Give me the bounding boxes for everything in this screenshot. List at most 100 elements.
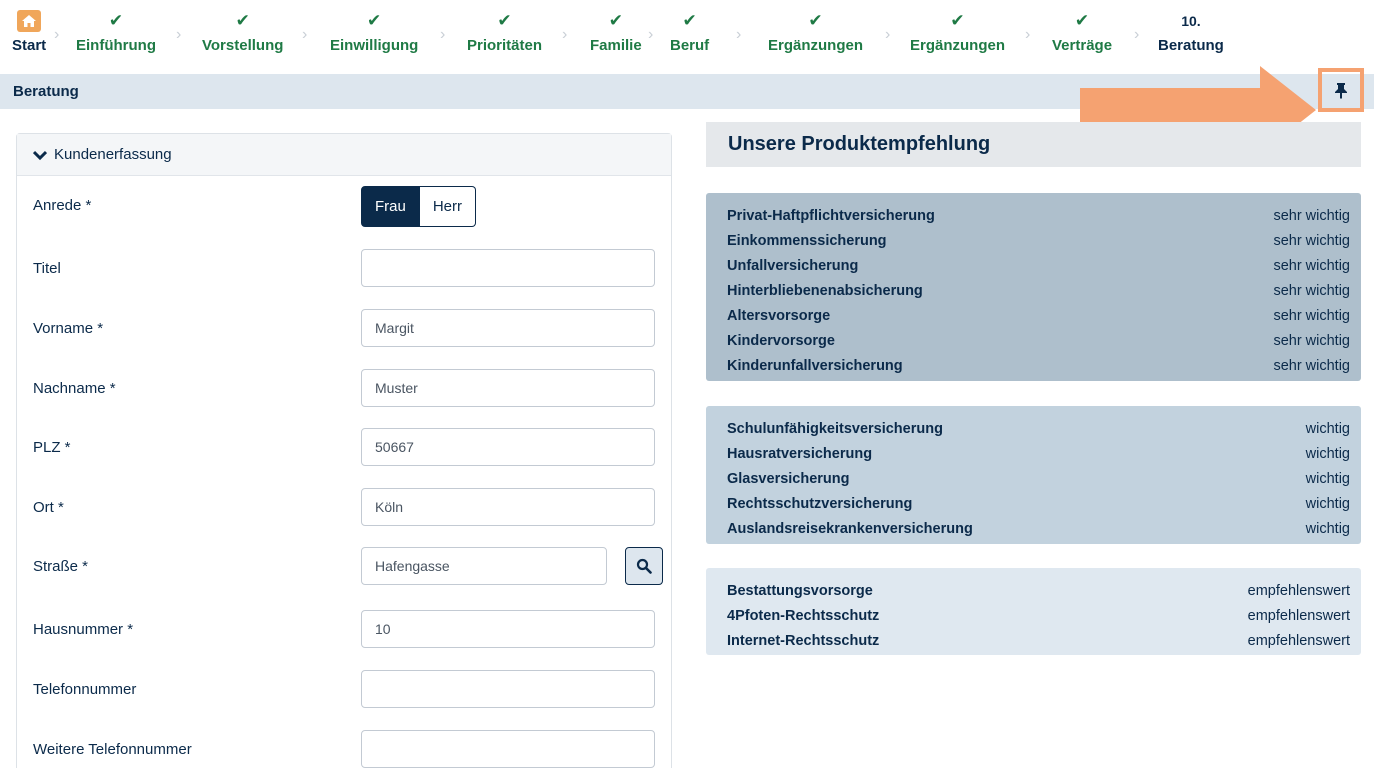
product-priority: empfehlenswert	[1247, 632, 1350, 649]
step-einwilligung[interactable]: ✔ Einwilligung	[330, 10, 418, 54]
list-item: Rechtsschutzversicherung wichtig	[727, 491, 1350, 516]
product-priority: sehr wichtig	[1273, 232, 1350, 249]
step-ergaenzungen-1[interactable]: ✔ Ergänzungen	[768, 10, 863, 54]
step-beratung[interactable]: 10. Beratung	[1158, 10, 1224, 54]
step-label: Vorstellung	[202, 37, 284, 54]
step-label: Beratung	[1158, 37, 1224, 54]
ort-label: Ort *	[33, 499, 64, 516]
vorname-row: Vorname *	[33, 309, 655, 347]
product-name: Kinderunfallversicherung	[727, 357, 903, 374]
product-name: Privat-Haftpflichtversicherung	[727, 207, 935, 224]
step-label: Familie	[590, 37, 642, 54]
step-label: Verträge	[1052, 37, 1113, 54]
street-search-button[interactable]	[625, 547, 663, 585]
list-item: Unfallversicherung sehr wichtig	[727, 253, 1350, 278]
product-priority: wichtig	[1305, 420, 1350, 437]
step-vorstellung[interactable]: ✔ Vorstellung	[202, 10, 283, 54]
check-icon: ✔	[1074, 11, 1090, 30]
check-icon: ✔	[235, 11, 250, 30]
customer-form-panel: Kundenerfassung Anrede * Frau Herr Titel…	[16, 133, 672, 768]
list-item: Hausratversicherung wichtig	[727, 441, 1350, 466]
step-prioritaeten[interactable]: ✔ Prioritäten	[467, 10, 542, 54]
step-label: Start	[12, 37, 47, 54]
list-item: Privat-Haftpflichtversicherung sehr wicht…	[727, 203, 1350, 228]
chevron-right-icon: ›	[648, 26, 654, 43]
home-icon	[17, 10, 42, 32]
step-label: Ergänzungen	[768, 37, 864, 54]
search-icon	[636, 558, 652, 574]
product-priority: sehr wichtig	[1273, 282, 1350, 299]
list-item: Internet-Rechtsschutz empfehlenswert	[727, 628, 1350, 653]
recommendation-group-wichtig: Schulunfähigkeitsversicherung wichtig Hau…	[706, 406, 1361, 544]
check-icon: ✔	[497, 11, 512, 30]
step-label: Prioritäten	[467, 37, 543, 54]
salutation-herr-button[interactable]: Herr	[419, 186, 477, 227]
product-priority: sehr wichtig	[1273, 257, 1350, 274]
product-name: Kindervorsorge	[727, 332, 835, 349]
list-item: Hinterbliebenenabsicherung sehr wichtig	[727, 278, 1350, 303]
product-name: Hinterbliebenenabsicherung	[727, 282, 923, 299]
product-name: Schulunfähigkeitsversicherung	[727, 420, 943, 437]
step-label: Einwilligung	[330, 37, 419, 54]
plz-label: PLZ *	[33, 439, 71, 456]
chevron-right-icon: ›	[440, 26, 446, 43]
step-number: 10.	[1181, 13, 1201, 29]
product-name: Einkommenssicherung	[727, 232, 887, 249]
product-priority: sehr wichtig	[1273, 207, 1350, 224]
product-name: Unfallversicherung	[727, 257, 859, 274]
telefon-row: Telefonnummer	[33, 670, 655, 708]
plz-input[interactable]	[361, 428, 655, 466]
step-beruf[interactable]: ✔ Beruf	[670, 10, 709, 54]
telefon2-label: Weitere Telefonnummer	[33, 741, 192, 758]
panel-header[interactable]: Kundenerfassung	[17, 134, 671, 176]
nachname-label: Nachname *	[33, 380, 116, 397]
strasse-input[interactable]	[361, 547, 607, 585]
panel-title: Kundenerfassung	[54, 146, 172, 163]
product-name: Hausratversicherung	[727, 445, 873, 462]
step-label: Einführung	[76, 37, 156, 54]
plz-row: PLZ *	[33, 428, 655, 466]
check-icon: ✔	[608, 11, 623, 30]
step-vertraege[interactable]: ✔ Verträge	[1052, 10, 1112, 54]
step-familie[interactable]: ✔ Familie	[590, 10, 642, 54]
product-priority: wichtig	[1305, 495, 1350, 512]
hausnummer-input[interactable]	[361, 610, 655, 648]
ort-input[interactable]	[361, 488, 655, 526]
titel-label: Titel	[33, 260, 61, 277]
product-name: Glasversicherung	[727, 470, 850, 487]
telefon2-input[interactable]	[361, 730, 655, 768]
telefon-label: Telefonnummer	[33, 681, 137, 698]
list-item: Kinderunfallversicherung sehr wichtig	[727, 353, 1350, 378]
recommendation-group-empfehlenswert: Bestattungsvorsorge empfehlenswert 4Pfote…	[706, 568, 1361, 655]
list-item: Auslandsreisekrankenversicherung wichtig	[727, 516, 1350, 541]
step-einfuehrung[interactable]: ✔ Einführung	[76, 10, 156, 54]
titel-input[interactable]	[361, 249, 655, 287]
check-icon: ✔	[367, 11, 382, 30]
check-icon: ✔	[682, 11, 697, 30]
ort-row: Ort *	[33, 488, 655, 526]
salutation-row: Anrede * Frau Herr	[33, 186, 653, 227]
step-ergaenzungen-2[interactable]: ✔ Ergänzungen	[910, 10, 1005, 54]
salutation-frau-button[interactable]: Frau	[361, 186, 420, 227]
list-item: Einkommenssicherung sehr wichtig	[727, 228, 1350, 253]
recommendation-title: Unsere Produktempfehlung	[706, 122, 1361, 167]
nachname-row: Nachname *	[33, 369, 655, 407]
product-priority: empfehlenswert	[1247, 607, 1350, 624]
page-title: Beratung	[13, 83, 79, 100]
chevron-right-icon: ›	[1134, 26, 1140, 43]
product-name: Rechtsschutzversicherung	[727, 495, 913, 512]
strasse-label: Straße *	[33, 558, 89, 575]
product-priority: empfehlenswert	[1247, 582, 1350, 599]
step-label: Beruf	[670, 37, 710, 54]
salutation-toggle: Frau Herr	[361, 186, 477, 227]
chevron-right-icon: ›	[562, 26, 568, 43]
chevron-right-icon: ›	[885, 26, 891, 43]
pin-icon[interactable]	[1332, 81, 1350, 99]
step-start[interactable]: Start	[12, 10, 46, 54]
list-item: Bestattungsvorsorge empfehlenswert	[727, 578, 1350, 603]
telefon-input[interactable]	[361, 670, 655, 708]
product-name: Altersvorsorge	[727, 307, 831, 324]
chevron-right-icon: ›	[176, 26, 182, 43]
vorname-input[interactable]	[361, 309, 655, 347]
nachname-input[interactable]	[361, 369, 655, 407]
